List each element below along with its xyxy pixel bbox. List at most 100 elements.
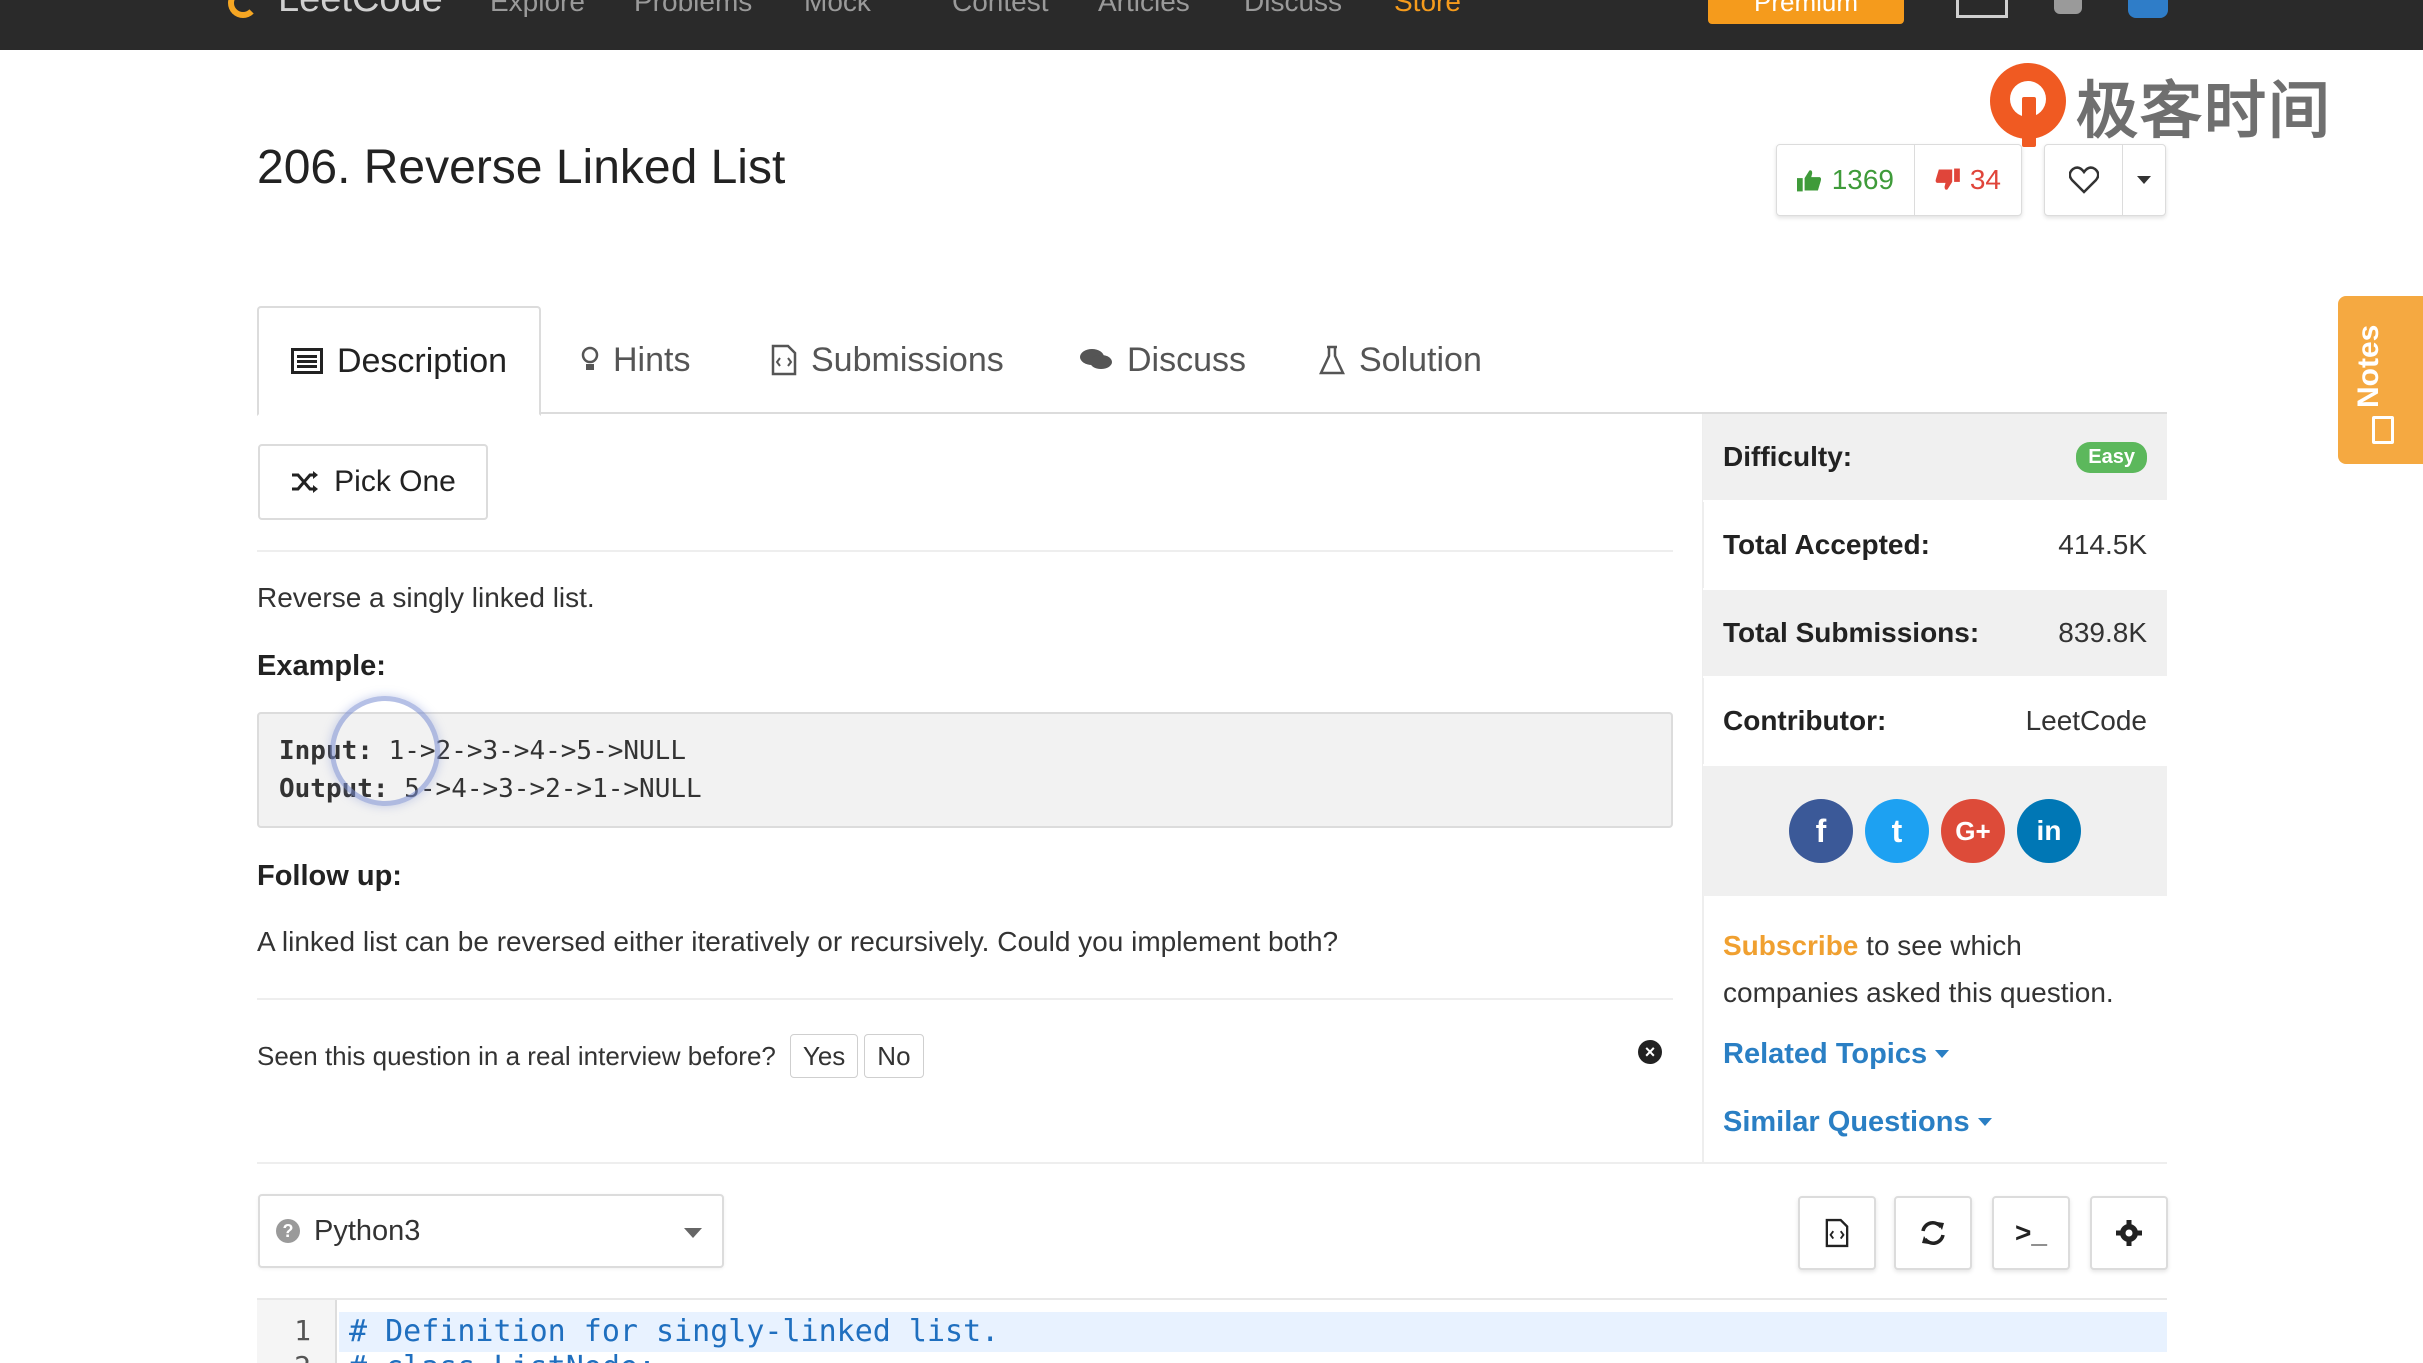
favorite-button[interactable] [2045, 145, 2123, 215]
output-value: 5->4->3->2->1->NULL [404, 774, 702, 804]
tab-label: Solution [1359, 340, 1482, 379]
premium-button[interactable]: Premium [1708, 0, 1904, 24]
problem-intro: Reverse a singly linked list. [257, 582, 595, 613]
accepted-label: Total Accepted: [1723, 529, 1930, 560]
submissions-label: Total Submissions: [1723, 617, 1980, 648]
tab-submissions[interactable]: Submissions [771, 306, 1004, 414]
contributor-value[interactable]: LeetCode [2026, 705, 2147, 737]
console-button[interactable]: >_ [1992, 1196, 2070, 1270]
tab-label: Hints [613, 340, 691, 379]
pick-one-button[interactable]: Pick One [258, 444, 488, 520]
tab-label: Submissions [811, 340, 1004, 379]
line-number: 2 [294, 1350, 311, 1363]
notification-bell-icon[interactable] [2054, 0, 2082, 14]
tab-solution[interactable]: Solution [1319, 306, 1482, 414]
thumbs-up-icon [1797, 170, 1822, 192]
difficulty-row: Difficulty: Easy [1703, 414, 2167, 502]
chevron-down-icon [1977, 1118, 1992, 1126]
similar-questions-toggle[interactable]: Similar Questions [1703, 1088, 2167, 1156]
note-icon [2372, 416, 2394, 444]
cursor-highlight [330, 696, 440, 806]
example-code-block: Input: 1->2->3->4->5->NULL Output: 5->4-… [257, 712, 1673, 828]
code-line: # class ListNode: [349, 1350, 656, 1363]
playground-icon[interactable] [1956, 0, 2008, 18]
subscribe-text-2: companies asked this question. [1723, 977, 2114, 1008]
similar-questions-label: Similar Questions [1723, 1105, 1970, 1138]
top-navbar: LeetCode Explore Problems Mock Contest A… [0, 0, 2423, 50]
nav-discuss[interactable]: Discuss [1244, 0, 1342, 18]
chevron-down-icon [2137, 176, 2151, 184]
leetcode-logo-icon[interactable] [228, 0, 258, 18]
watermark-text: 极客时间 [2076, 74, 2333, 147]
share-buttons: f t G+ in [1703, 766, 2167, 896]
chevron-down-icon [1935, 1050, 1950, 1058]
code-template-button[interactable] [1798, 1196, 1876, 1270]
language-select[interactable]: ? Python3 [258, 1194, 724, 1268]
pick-one-label: Pick One [334, 465, 456, 498]
linkedin-icon[interactable]: in [2017, 799, 2081, 863]
divider [257, 998, 1673, 1000]
tab-hints[interactable]: Hints [581, 306, 690, 414]
tab-description[interactable]: Description [257, 306, 541, 416]
code-file-icon [771, 344, 797, 376]
accepted-row: Total Accepted: 414.5K [1703, 502, 2167, 590]
subscribe-note: Subscribe to see which companies asked t… [1703, 896, 2167, 1016]
nav-mock[interactable]: Mock [804, 0, 871, 18]
nav-articles[interactable]: Articles [1098, 0, 1190, 18]
thumbs-down-icon [1935, 168, 1960, 190]
terminal-icon: >_ [2015, 1217, 2047, 1248]
interview-prompt: Seen this question in a real interview b… [257, 1034, 924, 1078]
help-icon[interactable]: ? [276, 1219, 300, 1243]
code-editor[interactable]: 1 2 # Definition for singly-linked list.… [257, 1298, 2167, 1363]
facebook-icon[interactable]: f [1789, 799, 1853, 863]
subscribe-text-1: to see which [1866, 930, 2022, 961]
comments-icon [1080, 349, 1112, 369]
line-number: 1 [294, 1314, 311, 1347]
related-topics-label: Related Topics [1723, 1037, 1928, 1070]
chevron-down-icon [684, 1228, 702, 1238]
accepted-value: 414.5K [2058, 529, 2147, 560]
gear-icon [2116, 1220, 2142, 1246]
nav-problems[interactable]: Problems [634, 0, 752, 18]
contributor-label: Contributor: [1723, 705, 1887, 736]
interview-no-button[interactable]: No [864, 1034, 924, 1078]
divider [257, 1162, 2167, 1164]
lightbulb-icon [581, 346, 599, 370]
interview-yes-button[interactable]: Yes [789, 1034, 859, 1078]
code-line: # Definition for singly-linked list. [349, 1314, 1000, 1349]
close-icon[interactable]: × [1638, 1040, 1662, 1064]
subscribe-link[interactable]: Subscribe [1723, 930, 1858, 961]
flask-icon [1319, 345, 1345, 375]
dislike-button[interactable]: 34 [1915, 145, 2021, 215]
language-value: Python3 [314, 1214, 421, 1247]
problem-title: 206. Reverse Linked List [257, 141, 786, 194]
nav-store[interactable]: Store [1394, 0, 1461, 18]
difficulty-label: Difficulty: [1723, 441, 1853, 472]
submissions-value: 839.8K [2058, 617, 2147, 648]
google-plus-icon[interactable]: G+ [1941, 799, 2005, 863]
line-number-gutter: 1 2 [257, 1300, 337, 1363]
favorite-group [2044, 144, 2166, 216]
code-file-icon [1825, 1218, 1849, 1248]
problem-sidebar: Difficulty: Easy Total Accepted: 414.5K … [1703, 414, 2167, 1156]
reset-code-button[interactable] [1894, 1196, 1972, 1270]
user-avatar[interactable] [2128, 0, 2168, 18]
heart-icon [2068, 166, 2099, 194]
difficulty-badge: Easy [2076, 441, 2147, 473]
favorite-dropdown-button[interactable] [2123, 145, 2165, 215]
nav-explore[interactable]: Explore [490, 0, 585, 18]
like-button[interactable]: 1369 [1777, 145, 1915, 215]
notes-label: Notes [2352, 324, 2385, 408]
related-topics-toggle[interactable]: Related Topics [1703, 1020, 2167, 1088]
example-heading: Example: [257, 650, 386, 682]
tab-label: Discuss [1127, 340, 1247, 379]
settings-button[interactable] [2090, 1196, 2168, 1270]
vote-group: 1369 34 [1776, 144, 2022, 216]
notes-tab[interactable]: Notes [2338, 296, 2423, 464]
tab-discuss[interactable]: Discuss [1079, 306, 1246, 414]
submissions-row: Total Submissions: 839.8K [1703, 590, 2167, 678]
divider [257, 550, 1673, 552]
site-logo-text[interactable]: LeetCode [278, 0, 443, 21]
twitter-icon[interactable]: t [1865, 799, 1929, 863]
nav-contest[interactable]: Contest [952, 0, 1049, 18]
